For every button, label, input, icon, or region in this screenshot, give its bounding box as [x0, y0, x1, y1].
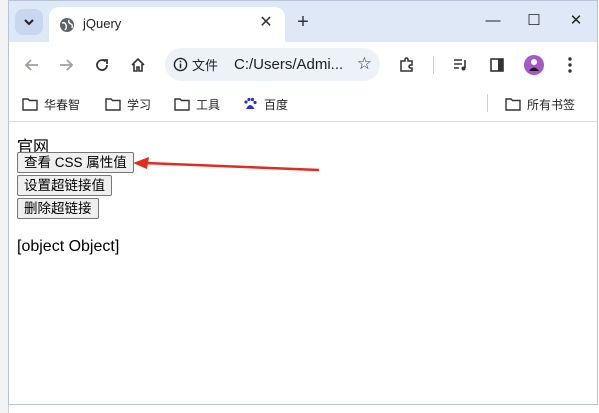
bookmarks-divider [487, 94, 488, 112]
url-text: C:/Users/Admi... [234, 56, 344, 73]
page-content: 官网 查看 CSS 属性值 设置超链接值 删除超链接 [object Objec… [9, 122, 597, 404]
close-window-button[interactable]: ✕ [561, 9, 591, 33]
person-icon [529, 59, 539, 71]
bookmark-label: 华春智 [44, 97, 81, 112]
tab-strip: jQuery ✕ + — ☐ ✕ [9, 1, 597, 42]
browser-window: jQuery ✕ + — ☐ ✕ 文件 C:/Users/Admi... ☆ 华… [8, 0, 598, 405]
extensions-button[interactable] [393, 51, 421, 79]
annotation-arrow [133, 157, 320, 172]
browser-toolbar: 文件 C:/Users/Admi... ☆ [9, 42, 597, 87]
bookmark-label: 工具 [196, 97, 221, 112]
folder-icon [174, 98, 190, 111]
forward-button[interactable] [52, 51, 80, 79]
home-icon [131, 57, 145, 72]
folder-icon [105, 98, 121, 111]
tab-jquery[interactable]: jQuery ✕ [49, 7, 285, 42]
home-button[interactable] [124, 51, 152, 79]
tab-title: jQuery [83, 16, 122, 31]
output-text: [object Object] [17, 238, 120, 255]
bookmark-star-icon[interactable]: ☆ [357, 54, 372, 74]
bookmark-folder[interactable]: 华春智 [22, 94, 80, 114]
side-panel-icon [490, 58, 504, 72]
bookmark-folder[interactable]: 学习 [105, 94, 151, 114]
bookmark-label: 百度 [264, 97, 289, 112]
arrow-left-icon [24, 59, 38, 71]
bookmark-folder[interactable]: 工具 [174, 94, 220, 114]
bookmarks-bar: 华春智 学习 工具 百度 所有书签 [9, 87, 597, 122]
all-bookmarks-label: 所有书签 [527, 97, 576, 112]
menu-button[interactable] [556, 51, 584, 79]
folder-icon [505, 98, 521, 111]
toolbar-divider [433, 56, 434, 74]
puzzle-icon [400, 57, 413, 72]
playlist-icon [454, 59, 466, 71]
address-bar[interactable]: 文件 C:/Users/Admi... ☆ [165, 48, 380, 81]
new-tab-button[interactable]: + [291, 10, 315, 34]
side-panel-button[interactable] [483, 51, 511, 79]
arrow-right-icon [60, 59, 74, 71]
maximize-button[interactable]: ☐ [519, 9, 549, 33]
minimize-button[interactable]: — [478, 9, 508, 33]
folder-icon [22, 98, 38, 111]
more-vertical-icon [568, 57, 572, 73]
site-chip-label: 文件 [192, 58, 219, 73]
bookmark-link[interactable]: 百度 [242, 94, 288, 114]
globe-icon [60, 18, 74, 32]
all-bookmarks-button[interactable]: 所有书签 [505, 94, 575, 114]
back-button[interactable] [18, 51, 46, 79]
reload-icon [96, 59, 108, 71]
reload-button[interactable] [88, 51, 116, 79]
media-control-button[interactable] [447, 51, 475, 79]
baidu-paw-icon [244, 97, 257, 109]
close-tab-icon[interactable]: ✕ [257, 14, 275, 32]
tab-search-button[interactable] [15, 9, 43, 35]
bookmark-label: 学习 [127, 97, 152, 112]
profile-avatar[interactable] [524, 55, 544, 75]
info-icon [173, 57, 188, 72]
site-info-chip[interactable]: 文件 [173, 54, 218, 75]
chevron-down-icon [24, 19, 34, 26]
remove-link-button[interactable]: 删除超链接 [17, 198, 99, 219]
